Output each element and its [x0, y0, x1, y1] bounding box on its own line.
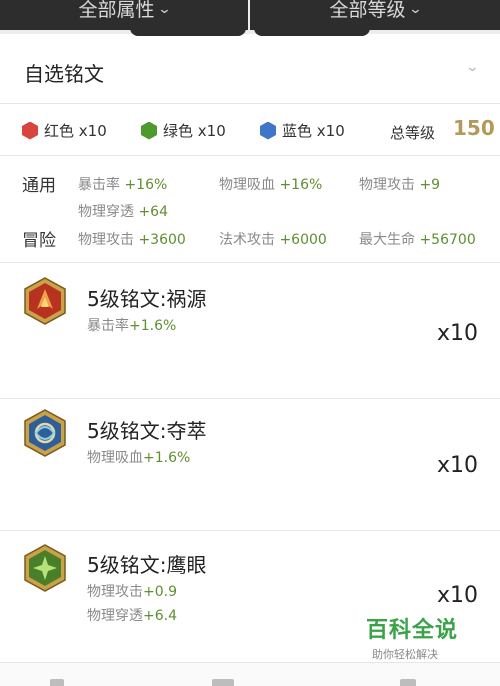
red-count-label: 红色 x10: [44, 122, 107, 140]
blue-hexagon-icon: [260, 121, 276, 140]
level-filter-label: 全部等级: [329, 0, 406, 21]
inscription-name: 5级铭文:夺萃: [87, 419, 207, 443]
inscription-count: x10: [437, 453, 479, 478]
chevron-down-icon[interactable]: ⌄: [465, 60, 479, 75]
inscription-effect: 物理穿透+6.4: [87, 608, 177, 624]
watermark-subtitle: 助你轻松解决: [372, 648, 438, 661]
page-title: 自选铭文: [24, 62, 104, 86]
inscription-effect: 物理吸血+1.6%: [87, 450, 191, 466]
stats-summary: 通用 暴击率 +16% 物理吸血 +16% 物理攻击 +9 物理穿透 +64 冒…: [0, 157, 500, 263]
filter-bar: 全部属性 ⌄ 全部等级 ⌄: [0, 0, 500, 36]
blue-count-label: 蓝色 x10: [282, 122, 345, 140]
total-level-label: 总等级: [390, 124, 436, 142]
attribute-filter-label: 全部属性: [78, 0, 155, 21]
red-count: 红色 x10: [22, 120, 107, 141]
green-hexagon-icon: [141, 121, 157, 140]
watermark-logo: 百科全说 助你轻松解决: [366, 612, 466, 662]
chevron-down-icon: ⌄: [407, 2, 423, 17]
color-summary: 红色 x10 绿色 x10 蓝色 x10 总等级 150: [0, 104, 500, 156]
inscription-count: x10: [437, 321, 479, 346]
blue-count: 蓝色 x10: [260, 120, 345, 141]
inscription-row[interactable]: 5级铭文:夺萃 物理吸血+1.6% x10: [0, 399, 500, 531]
custom-inscription-header[interactable]: 自选铭文 ⌄: [0, 38, 500, 104]
green-rune-icon: [24, 544, 66, 592]
chevron-down-icon: ⌄: [156, 2, 172, 17]
nav-tab-2[interactable]: [212, 679, 234, 686]
nav-tab-3[interactable]: [400, 679, 416, 686]
level-filter-dropdown[interactable]: 全部等级 ⌄: [250, 0, 500, 36]
inscription-effect: 暴击率+1.6%: [87, 318, 177, 334]
stat-item: 法术攻击 +6000: [219, 232, 327, 248]
inscription-name: 5级铭文:祸源: [87, 287, 207, 311]
nav-tab-1[interactable]: [50, 679, 64, 686]
inscription-name: 5级铭文:鹰眼: [87, 553, 207, 577]
general-category-label: 通用: [22, 176, 56, 196]
inscription-count: x10: [437, 583, 479, 608]
inscription-row[interactable]: 5级铭文:祸源 暴击率+1.6% x10: [0, 263, 500, 399]
green-count-label: 绿色 x10: [163, 122, 226, 140]
red-hexagon-icon: [22, 121, 38, 140]
stat-item: 暴击率 +16%: [78, 177, 168, 193]
watermark-title: 百科全说: [366, 618, 459, 643]
attribute-filter-dropdown[interactable]: 全部属性 ⌄: [0, 0, 248, 36]
stat-item: 物理穿透 +64: [78, 204, 168, 220]
inscription-effect: 物理攻击+0.9: [87, 584, 177, 600]
bottom-navigation: [0, 663, 500, 686]
blue-rune-icon: [24, 409, 66, 457]
stat-item: 物理攻击 +9: [359, 177, 441, 193]
stat-item: 物理吸血 +16%: [219, 177, 323, 193]
stat-item: 物理攻击 +3600: [78, 232, 186, 248]
stat-item: 最大生命 +56700: [359, 232, 476, 248]
total-level-value: 150: [453, 116, 495, 140]
adventure-category-label: 冒险: [22, 231, 56, 251]
green-count: 绿色 x10: [141, 120, 226, 141]
red-rune-icon: [24, 277, 66, 325]
